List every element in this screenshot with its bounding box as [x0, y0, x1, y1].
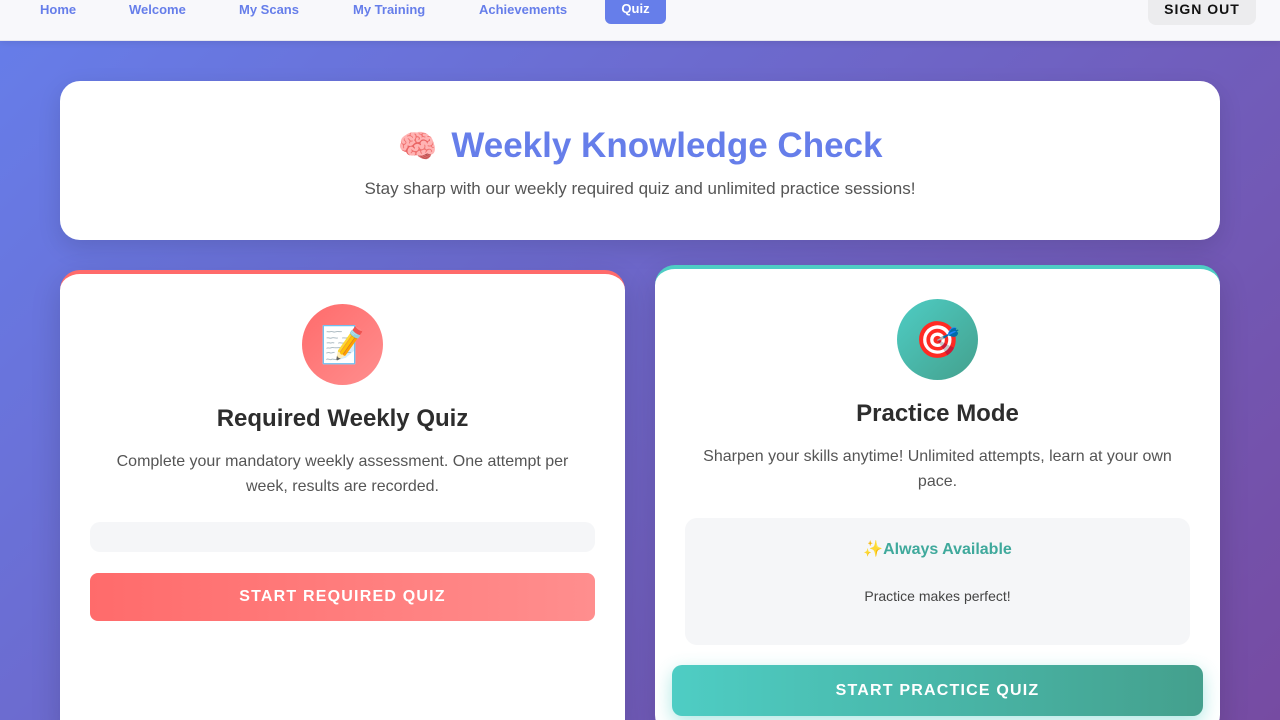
nav-link-home[interactable]: Home: [40, 0, 76, 24]
start-required-quiz-button[interactable]: START REQUIRED QUIZ: [90, 573, 595, 621]
required-quiz-card: 📝 Required Weekly Quiz Complete your man…: [60, 270, 625, 720]
page-subtitle: Stay sharp with our weekly required quiz…: [364, 179, 916, 198]
header-card: 🧠 Weekly Knowledge Check Stay sharp with…: [60, 81, 1220, 240]
top-navigation-bar: Home Welcome My Scans My Training Achiev…: [0, 0, 1280, 41]
brain-icon: 🧠: [397, 128, 438, 164]
sign-out-button[interactable]: SIGN OUT: [1148, 0, 1256, 25]
start-practice-quiz-button[interactable]: START PRACTICE QUIZ: [672, 665, 1203, 716]
practice-mode-description: Sharpen your skills anytime! Unlimited a…: [703, 448, 1172, 490]
memo-icon-glyph: 📝: [320, 323, 365, 365]
availability-box: ✨Always Available Practice makes perfect…: [685, 518, 1190, 645]
nav-link-quiz-active[interactable]: Quiz: [605, 0, 666, 24]
page-title: 🧠 Weekly Knowledge Check: [60, 126, 1220, 166]
target-icon: 🎯: [897, 299, 978, 380]
target-icon-glyph: 🎯: [915, 318, 960, 360]
practice-mode-card: 🎯 Practice Mode Sharpen your skills anyt…: [655, 265, 1220, 720]
nav-link-achievements[interactable]: Achievements: [479, 0, 567, 24]
nav-link-welcome[interactable]: Welcome: [129, 0, 186, 24]
nav-link-my-training[interactable]: My Training: [353, 0, 425, 24]
practice-mode-title: Practice Mode: [856, 400, 1019, 427]
nav-link-my-scans[interactable]: My Scans: [239, 0, 299, 24]
required-quiz-description: Complete your mandatory weekly assessmen…: [116, 453, 569, 495]
page-title-text: Weekly Knowledge Check: [451, 126, 883, 165]
required-quiz-title: Required Weekly Quiz: [216, 405, 469, 432]
memo-icon: 📝: [302, 304, 383, 385]
availability-subtitle: Practice makes perfect!: [864, 588, 1011, 604]
availability-title: ✨Always Available: [863, 541, 1012, 558]
required-quiz-status: [90, 522, 595, 552]
